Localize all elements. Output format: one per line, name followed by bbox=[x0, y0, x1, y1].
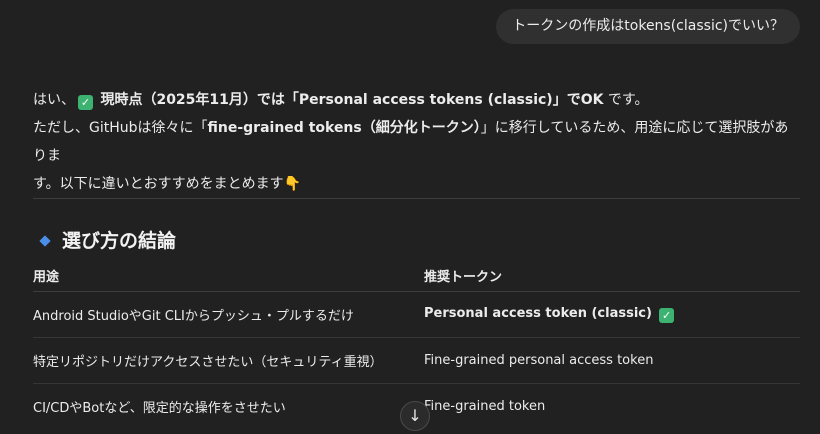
section-heading: 選び方の結論 bbox=[33, 226, 176, 256]
table-cell-use: CI/CDやBotなど、限定的な操作をさせたい bbox=[33, 401, 286, 416]
pointing-down-icon: 👇 bbox=[283, 176, 302, 192]
user-message-text: トークンの作成はtokens(classic)でいい？ bbox=[512, 18, 784, 34]
section-divider bbox=[33, 198, 800, 199]
scroll-to-bottom-button[interactable]: ↓ bbox=[400, 401, 430, 431]
check-mark-icon: ✓ bbox=[78, 95, 93, 110]
table-header-use: 用途 bbox=[33, 260, 424, 292]
answer-line-2-bold: fine-grained tokens（細分化トークン） bbox=[207, 120, 481, 136]
check-mark-icon: ✓ bbox=[659, 308, 675, 323]
user-message-bubble: トークンの作成はtokens(classic)でいい？ bbox=[496, 9, 800, 44]
table-cell-token: Personal access token (classic) ✓ bbox=[424, 291, 800, 338]
answer-line-1: はい、 ✓ 現時点（2025年11月）では「Personal access tok… bbox=[33, 86, 801, 114]
assistant-answer: はい、 ✓ 現時点（2025年11月）では「Personal access tok… bbox=[33, 86, 801, 198]
table-row: Android StudioやGit CLIからプッシュ・プルするだけ Pers… bbox=[33, 291, 800, 338]
answer-line-1-bold: 現時点（2025年11月）では「Personal access tokens (… bbox=[100, 92, 604, 108]
answer-line-3-text: す。以下に違いとおすすめをまとめます bbox=[33, 176, 284, 192]
table-cell-use: Android StudioやGit CLIからプッシュ・プルするだけ bbox=[33, 291, 424, 338]
table-cell-token: Fine-grained personal access token bbox=[424, 337, 800, 384]
table-header-token: 推奨トークン bbox=[424, 260, 800, 292]
table-row: 特定リポジトリだけアクセスさせたい（セキュリティ重視） Fine-grained… bbox=[33, 337, 800, 384]
blue-diamond-icon bbox=[39, 235, 51, 247]
answer-line-1-suffix: です。 bbox=[603, 92, 649, 108]
token-name: Personal access token (classic) bbox=[424, 306, 652, 321]
table-cell-use: 特定リポジトリだけアクセスさせたい（セキュリティ重視） bbox=[33, 337, 424, 384]
arrow-down-icon: ↓ bbox=[408, 406, 422, 425]
answer-line-2: ただし、GitHubは徐々に「fine-grained tokens（細分化トー… bbox=[33, 114, 801, 170]
section-title: 選び方の結論 bbox=[62, 230, 177, 252]
table-cell-token: Fine-grained token bbox=[424, 399, 546, 414]
answer-line-3: す。以下に違いとおすすめをまとめます👇 bbox=[33, 170, 801, 198]
answer-line-2-prefix: ただし、GitHubは徐々に「 bbox=[33, 120, 208, 136]
table-header-row: 用途 推奨トークン bbox=[33, 260, 800, 292]
answer-line-1-prefix: はい、 bbox=[33, 92, 75, 108]
